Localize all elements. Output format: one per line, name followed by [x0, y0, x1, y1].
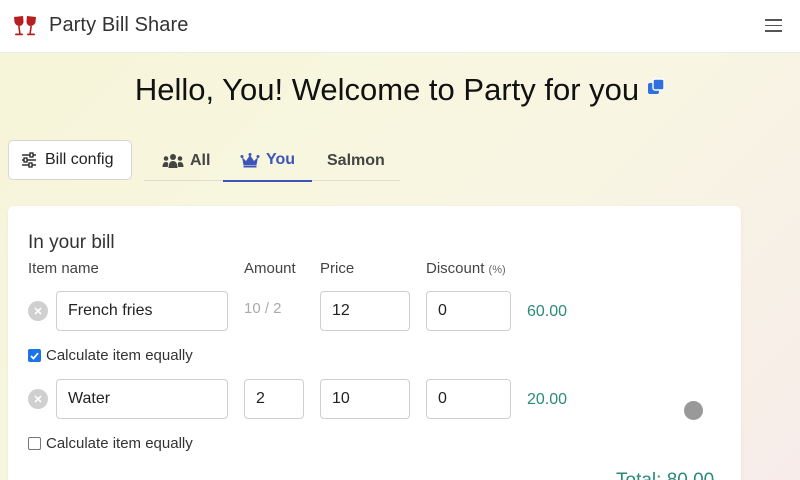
calc-equally-toggle[interactable]: Calculate item equally: [28, 347, 193, 364]
bill-title: In your bill: [28, 232, 115, 253]
participant-tabs: All You Salmon: [144, 140, 400, 182]
item-name-input[interactable]: Water: [56, 379, 228, 419]
checkbox-unchecked-icon[interactable]: [28, 437, 41, 450]
close-icon: [34, 395, 42, 403]
tab-you-label: You: [265, 151, 296, 168]
bill-config-button[interactable]: Bill config: [8, 140, 132, 180]
item-total: 20.00: [527, 391, 568, 408]
tab-all[interactable]: All: [162, 140, 210, 181]
bill-config-label: Bill config: [45, 151, 114, 168]
item-price-input[interactable]: 12: [320, 291, 410, 331]
remove-item-button[interactable]: [28, 301, 48, 321]
column-price: Price: [320, 260, 355, 277]
column-amount: Amount: [244, 260, 296, 277]
item-total: 60.00: [527, 303, 568, 320]
tab-all-label: All: [190, 151, 211, 169]
hamburger-icon[interactable]: [765, 19, 782, 33]
calc-equally-label: Calculate item equally: [46, 347, 193, 364]
item-amount-input[interactable]: 2: [244, 379, 304, 419]
copy-icon[interactable]: [647, 78, 665, 96]
item-discount-input[interactable]: 0: [426, 291, 511, 331]
item-price-input[interactable]: 10: [320, 379, 410, 419]
sliders-icon: [22, 152, 36, 168]
floating-drag-handle[interactable]: [684, 401, 703, 420]
bill-card: In your bill Item name Amount Price Disc…: [8, 206, 741, 480]
calc-equally-toggle[interactable]: Calculate item equally: [28, 435, 193, 452]
welcome-text: Hello, You! Welcome to Party for you: [134, 72, 640, 107]
welcome-heading: Hello, You! Welcome to Party for you: [0, 72, 800, 108]
column-discount-unit: (%): [488, 264, 506, 276]
tab-salmon-label: Salmon: [327, 151, 385, 169]
users-icon: [162, 153, 184, 168]
wine-glasses-icon: [14, 16, 36, 36]
close-icon: [34, 307, 42, 315]
remove-item-button[interactable]: [28, 389, 48, 409]
bill-total: Total: 80.00: [616, 470, 714, 480]
column-discount-label: Discount: [426, 260, 485, 277]
calc-equally-label: Calculate item equally: [46, 435, 193, 452]
item-discount-input[interactable]: 0: [426, 379, 511, 419]
tab-salmon[interactable]: Salmon: [327, 140, 385, 181]
navbar: Party Bill Share: [0, 0, 800, 53]
app-title: Party Bill Share: [49, 14, 189, 36]
tab-you[interactable]: You: [223, 140, 312, 182]
item-amount-readonly: 10 / 2: [244, 300, 282, 317]
crown-icon: [240, 152, 260, 167]
column-discount: Discount (%): [426, 260, 506, 277]
column-item-name: Item name: [28, 260, 99, 277]
checkbox-checked-icon[interactable]: [28, 349, 41, 362]
item-name-input[interactable]: French fries: [56, 291, 228, 331]
